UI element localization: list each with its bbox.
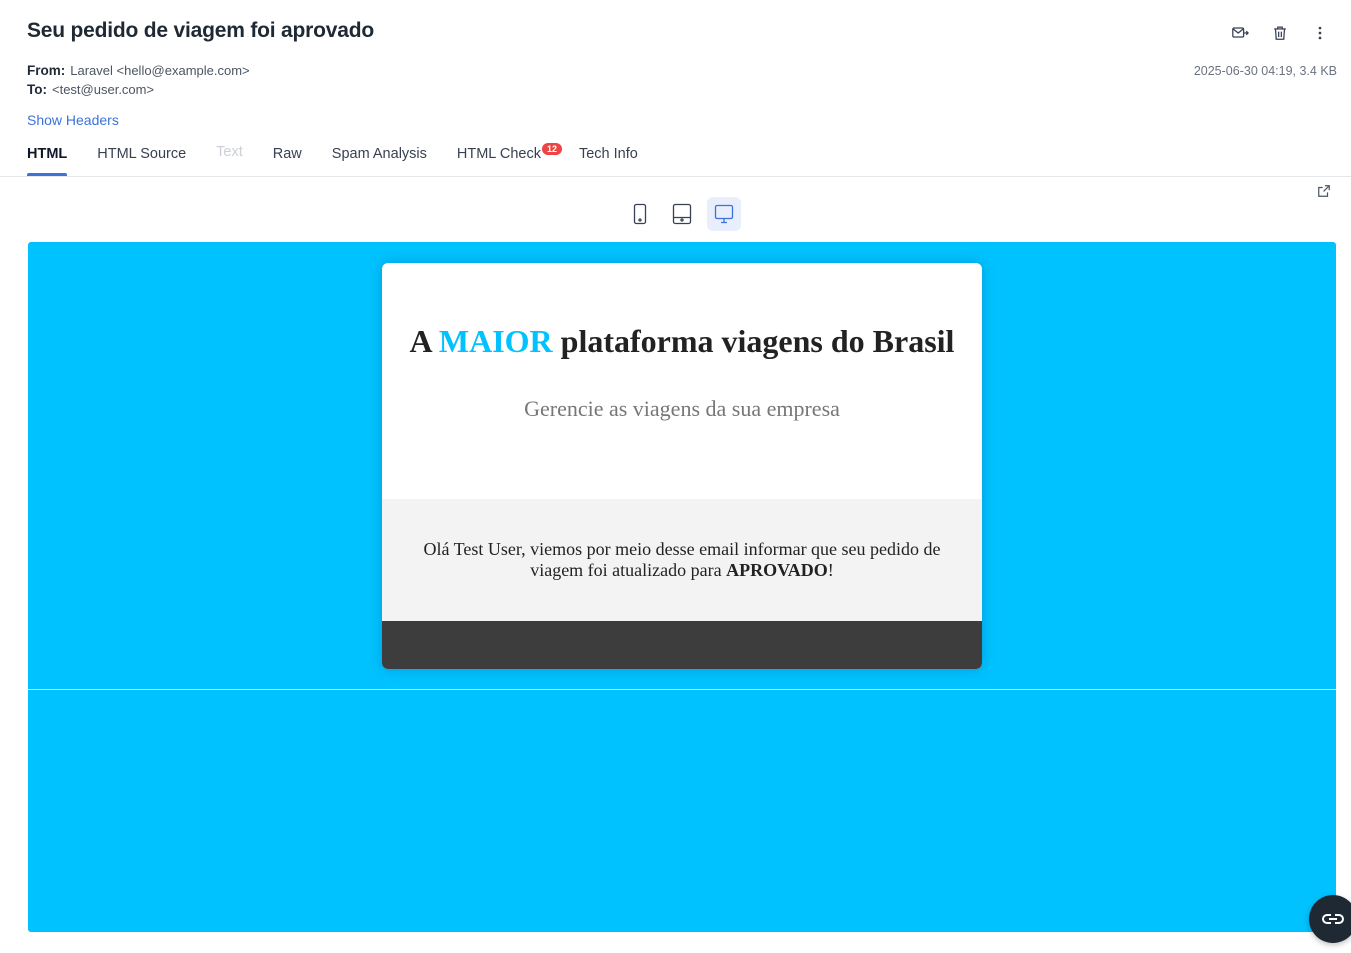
email-footer xyxy=(382,621,982,669)
preview-divider xyxy=(28,689,1336,690)
tab-html-check[interactable]: HTML Check 12 xyxy=(456,143,562,176)
from-value: Laravel <hello@example.com> xyxy=(70,63,250,78)
message-actions xyxy=(1227,20,1333,46)
tab-html-check-label: HTML Check xyxy=(456,146,541,162)
email-headline: A MAIOR plataforma viagens do Brasil xyxy=(382,263,982,360)
trash-icon[interactable] xyxy=(1267,20,1293,46)
html-check-count-badge: 12 xyxy=(541,143,562,155)
to-line: To: <test@user.com> xyxy=(27,82,154,97)
mail-forward-icon[interactable] xyxy=(1227,20,1253,46)
tab-raw[interactable]: Raw xyxy=(273,145,302,176)
email-preview: A MAIOR plataforma viagens do Brasil Ger… xyxy=(28,242,1336,932)
message-subject: Seu pedido de viagem foi aprovado xyxy=(27,19,374,42)
date-size: 2025-06-30 04:19, 3.4 KB xyxy=(1193,64,1337,78)
to-value: <test@user.com> xyxy=(52,82,155,97)
headline-prefix: A xyxy=(409,323,439,359)
mobile-icon xyxy=(633,203,647,225)
tablet-view-button[interactable] xyxy=(665,197,699,231)
open-external-icon[interactable] xyxy=(1317,184,1331,198)
floating-action-button[interactable] xyxy=(1309,895,1351,943)
headline-suffix: plataforma viagens do Brasil xyxy=(552,323,955,359)
view-tabs: HTML HTML Source Text Raw Spam Analysis … xyxy=(27,143,668,176)
desktop-icon xyxy=(714,204,734,224)
tab-tech-info[interactable]: Tech Info xyxy=(579,145,638,176)
to-label: To: xyxy=(27,82,47,97)
tabs-divider xyxy=(0,176,1351,177)
headline-accent: MAIOR xyxy=(438,323,553,359)
email-body-text: Olá Test User, viemos por meio desse ema… xyxy=(423,539,941,580)
tablet-icon xyxy=(672,203,692,225)
email-body-end: ! xyxy=(827,560,834,580)
email-card: A MAIOR plataforma viagens do Brasil Ger… xyxy=(382,263,982,669)
email-body: Olá Test User, viemos por meio desse ema… xyxy=(382,499,982,621)
tab-text: Text xyxy=(216,144,243,160)
tab-html[interactable]: HTML xyxy=(27,145,68,176)
show-headers-link[interactable]: Show Headers xyxy=(27,112,119,128)
email-hero: A MAIOR plataforma viagens do Brasil Ger… xyxy=(382,263,982,499)
status-approved: APROVADO xyxy=(726,560,828,580)
more-vertical-icon[interactable] xyxy=(1307,20,1333,46)
device-toggle xyxy=(623,197,741,231)
from-line: From: Laravel <hello@example.com> xyxy=(27,63,250,78)
link-icon xyxy=(1322,914,1344,924)
from-label: From: xyxy=(27,63,66,78)
mobile-view-button[interactable] xyxy=(623,197,657,231)
tab-html-source[interactable]: HTML Source xyxy=(97,145,186,176)
email-tagline: Gerencie as viagens da sua empresa xyxy=(524,396,840,421)
tab-spam-analysis[interactable]: Spam Analysis xyxy=(332,145,427,176)
desktop-view-button[interactable] xyxy=(707,197,741,231)
